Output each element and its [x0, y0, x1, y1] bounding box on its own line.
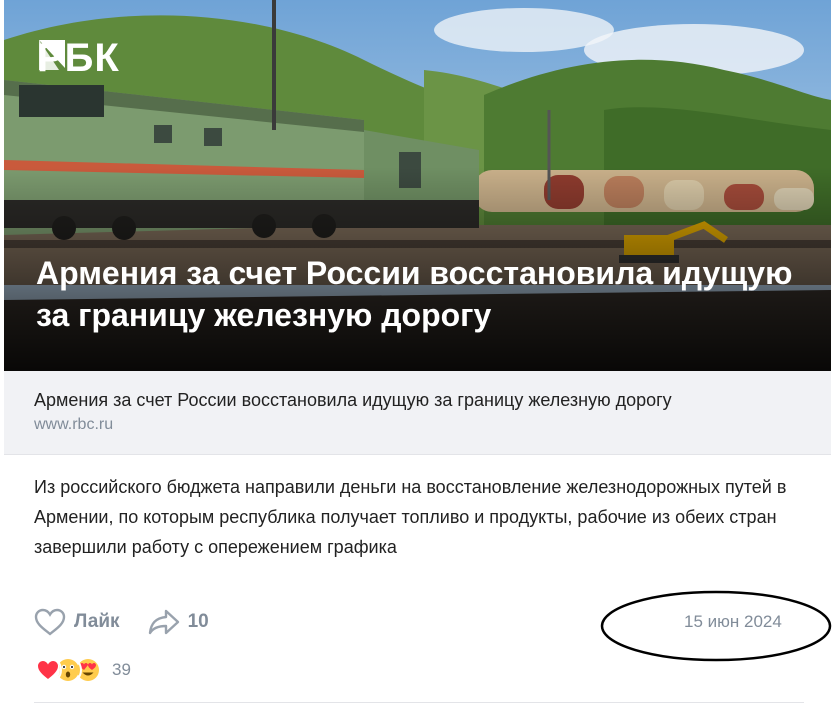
heart-outline-icon: [34, 608, 66, 636]
rbc-logo-mark-icon: [39, 40, 65, 70]
link-preview-image[interactable]: РБК Армения за счет России восстановила …: [4, 0, 831, 371]
link-domain[interactable]: www.rbc.ru: [34, 416, 113, 434]
link-snippet[interactable]: Армения за счет России восстановила идущ…: [4, 371, 831, 455]
heart-emoji-icon: [34, 656, 62, 684]
divider: [34, 702, 804, 703]
rbc-logo: РБК: [37, 38, 120, 78]
hand-drawn-oval-annotation: [600, 590, 832, 662]
share-count: 10: [187, 611, 209, 632]
like-label: Лайк: [74, 611, 120, 632]
share-arrow-icon: [148, 609, 179, 635]
post-actions: Лайк 10: [34, 604, 209, 640]
post-text: Из российского бюджета направили деньги …: [34, 477, 787, 557]
hero-headline: Армения за счет России восстановила идущ…: [36, 255, 793, 333]
link-title[interactable]: Армения за счет России восстановила идущ…: [34, 388, 672, 412]
post-card: РБК Армения за счет России восстановила …: [4, 0, 832, 712]
share-button[interactable]: 10: [148, 608, 209, 636]
like-button[interactable]: Лайк: [34, 608, 120, 636]
reaction-count: 39: [112, 660, 131, 679]
reactions-summary[interactable]: 39: [34, 656, 131, 684]
